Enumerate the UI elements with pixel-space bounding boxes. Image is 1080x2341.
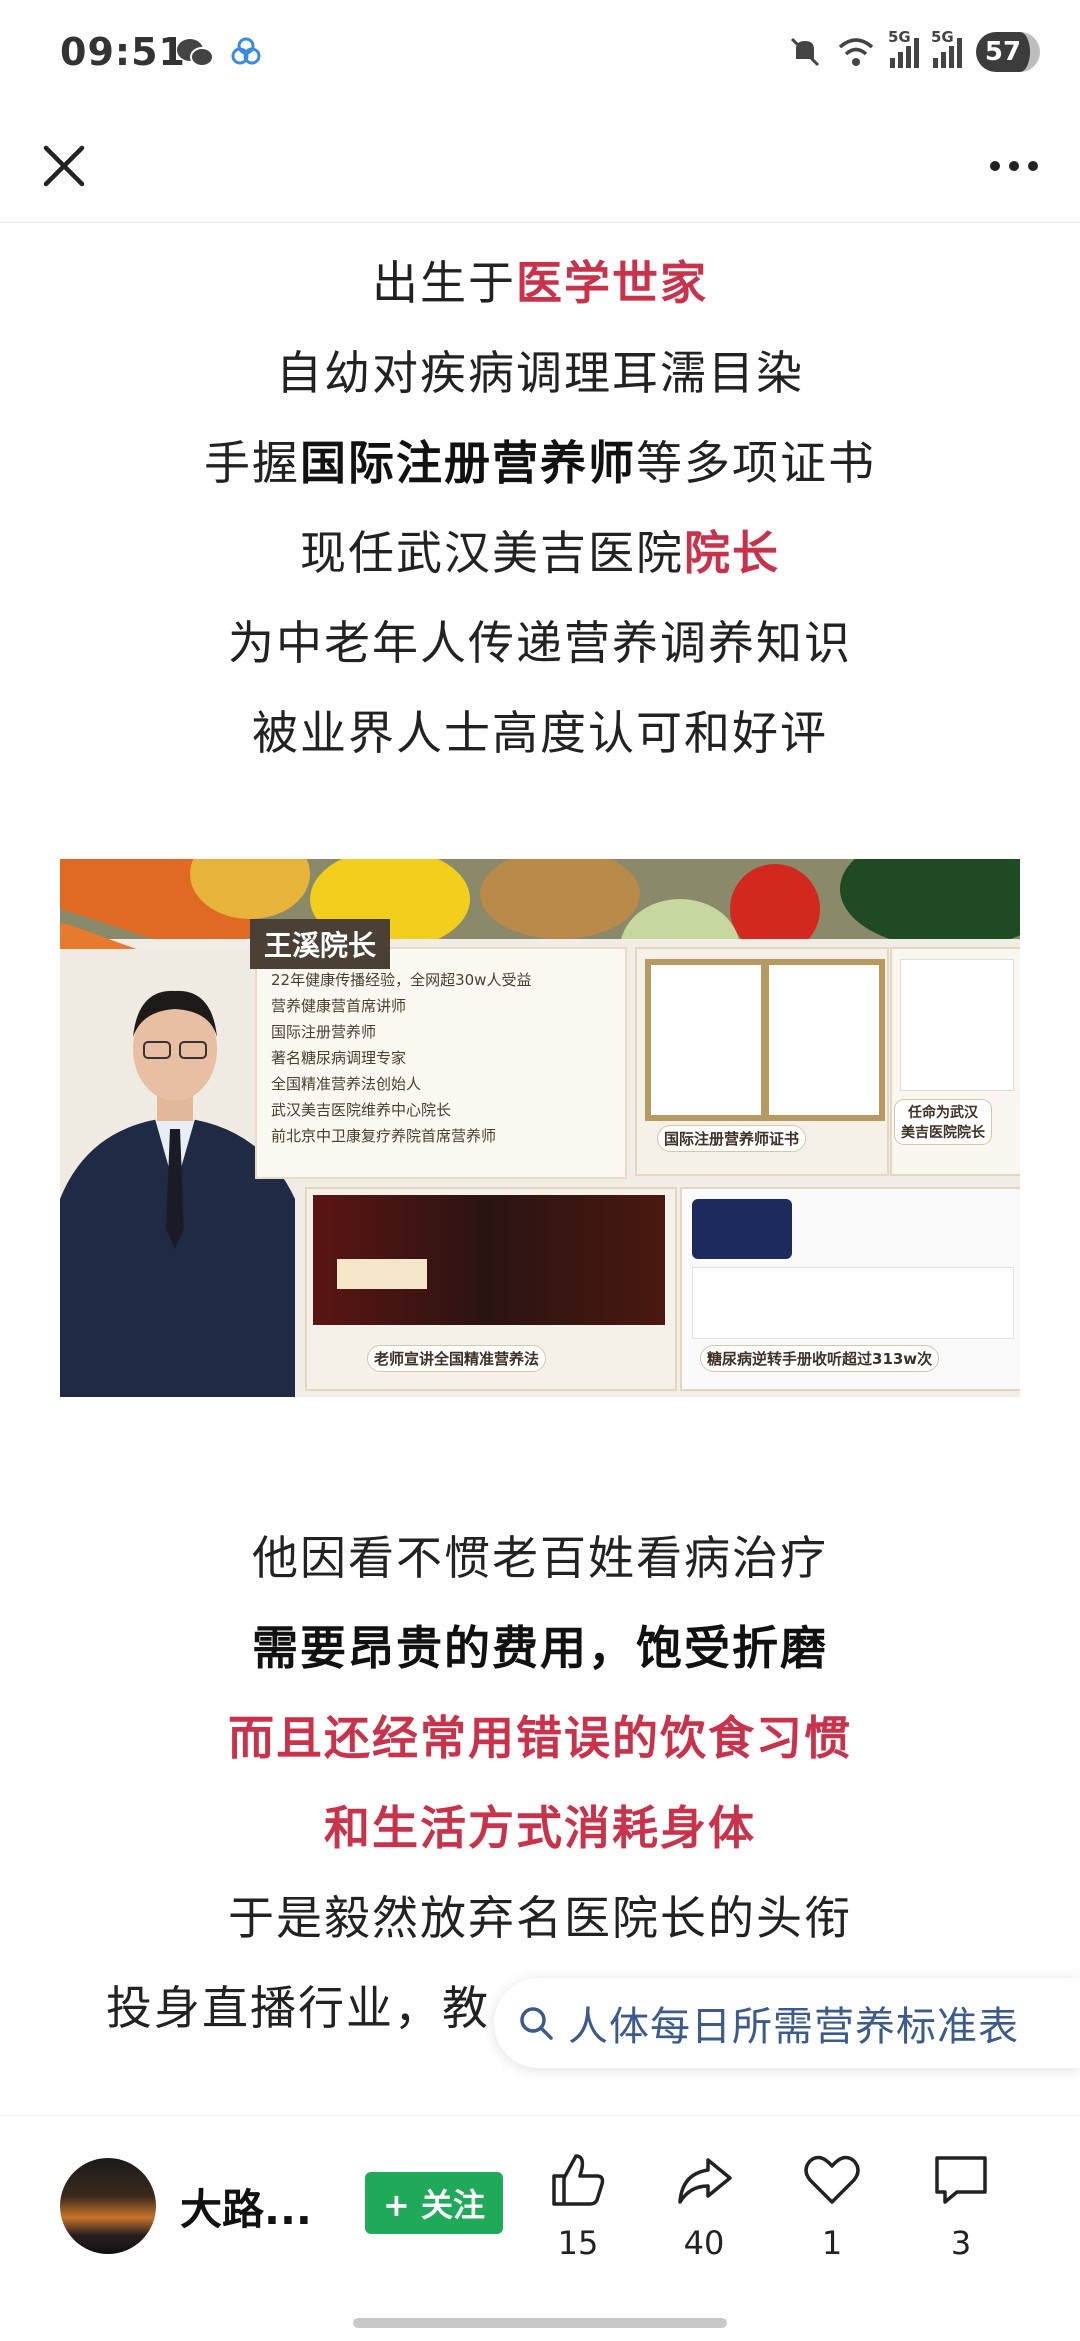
comment-button[interactable]: 3 bbox=[911, 2148, 1011, 2262]
intro-line: 被业界人士高度认可和好评 bbox=[0, 703, 1080, 763]
cellular-signal-2-icon: 5G bbox=[931, 28, 962, 68]
credentials-panel: 22年健康传播经验，全网超30w人受益 营养健康营首席讲师 国际注册营养师 著名… bbox=[255, 947, 627, 1179]
cellular-signal-1-icon: 5G bbox=[888, 28, 919, 68]
doctor-profile-banner[interactable]: 22年健康传播经验，全网超30w人受益 营养健康营首席讲师 国际注册营养师 著名… bbox=[60, 859, 1020, 1397]
text-segment: 为中老年人传递营养调养知识 bbox=[228, 616, 852, 670]
lecture-caption: 老师宣讲全国精准营养法 bbox=[367, 1345, 547, 1372]
top-nav bbox=[0, 110, 1080, 223]
favorite-button[interactable]: 1 bbox=[782, 2148, 882, 2262]
credential-item: 著名糖尿病调理专家 bbox=[271, 1049, 407, 1067]
text-segment: 而且还经常用错误的饮食习惯 bbox=[228, 1711, 852, 1765]
text-segment: 等多项证书 bbox=[636, 436, 876, 490]
bottom-action-bar: 大路... + 关注 15 40 1 3 bbox=[0, 2115, 1080, 2341]
basket-shape bbox=[480, 859, 640, 939]
text-segment: 投身直播行业，教 bbox=[106, 1981, 490, 2035]
appointment-document bbox=[900, 959, 1014, 1091]
appointment-caption: 任命为武汉 美吉医院院长 bbox=[894, 1099, 992, 1145]
intro-line: 手握国际注册营养师等多项证书 bbox=[0, 433, 1080, 493]
text-segment: 医学世家 bbox=[516, 256, 708, 310]
intro-line: 为中老年人传递营养调养知识 bbox=[0, 613, 1080, 673]
home-indicator[interactable] bbox=[353, 2318, 727, 2328]
share-arrow-icon bbox=[678, 2158, 732, 2204]
credential-item: 22年健康传播经验，全网超30w人受益 bbox=[271, 971, 532, 989]
text-segment: 他因看不惯老百姓看病治疗 bbox=[252, 1531, 828, 1585]
more-dot-icon bbox=[1009, 161, 1019, 171]
more-dot-icon bbox=[990, 161, 1000, 171]
story-line: 需要昂贵的费用，饱受折磨 bbox=[0, 1618, 1080, 1678]
text-segment: 和生活方式消耗身体 bbox=[324, 1801, 756, 1855]
search-suggestion[interactable]: 人体每日所需营养标准表 bbox=[494, 1978, 1080, 2068]
manual-caption: 糖尿病逆转手册收听超过313w次 bbox=[700, 1345, 940, 1372]
notification-icons bbox=[175, 36, 263, 70]
close-icon bbox=[43, 145, 85, 187]
battery-indicator: 57 bbox=[976, 32, 1040, 72]
intro-line: 出生于医学世家 bbox=[0, 253, 1080, 313]
credential-item: 国际注册营养师 bbox=[271, 1023, 377, 1041]
story-line: 和生活方式消耗身体 bbox=[0, 1798, 1080, 1858]
credential-item: 营养健康营首席讲师 bbox=[271, 997, 407, 1015]
comment-count: 3 bbox=[950, 2224, 972, 2262]
wifi-icon bbox=[838, 38, 874, 66]
share-button[interactable]: 40 bbox=[654, 2148, 754, 2262]
text-segment: 现任武汉美吉医院 bbox=[300, 526, 684, 580]
system-icons: 5G 5G 57 bbox=[788, 28, 1040, 72]
more-dot-icon bbox=[1028, 161, 1038, 171]
manual-cover bbox=[692, 1199, 792, 1259]
wechat-icon bbox=[177, 39, 214, 67]
appointment-card: 任命为武汉 美吉医院院长 bbox=[890, 947, 1020, 1176]
search-icon bbox=[520, 2007, 553, 2040]
text-segment: 院长 bbox=[684, 526, 780, 580]
heart-icon bbox=[804, 2155, 860, 2204]
author-name[interactable]: 大路... bbox=[180, 2176, 312, 2237]
favorite-count: 1 bbox=[821, 2224, 843, 2262]
text-segment: 被业界人士高度认可和好评 bbox=[252, 706, 828, 760]
status-bar: 09:51 5G 5G 57 bbox=[0, 0, 1080, 110]
story-line: 他因看不惯老百姓看病治疗 bbox=[0, 1528, 1080, 1588]
text-segment: 手握 bbox=[204, 436, 300, 490]
intro-line: 自幼对疾病调理耳濡目染 bbox=[0, 343, 1080, 403]
text-segment: 需要昂贵的费用，饱受折磨 bbox=[252, 1621, 828, 1675]
credential-item: 前北京中卫康复疗养院首席营养师 bbox=[271, 1127, 497, 1145]
text-segment: 国际注册营养师 bbox=[300, 436, 636, 490]
text-segment: 出生于 bbox=[372, 256, 516, 310]
cucumber-shape bbox=[840, 859, 1020, 949]
status-time: 09:51 bbox=[60, 30, 186, 74]
thumbs-up-icon bbox=[552, 2154, 605, 2206]
credential-item: 武汉美吉医院维养中心院长 bbox=[271, 1101, 452, 1119]
like-button[interactable]: 15 bbox=[528, 2148, 628, 2262]
certificate-image bbox=[645, 959, 767, 1121]
credential-item: 全国精准营养法创始人 bbox=[271, 1075, 422, 1093]
mute-icon bbox=[790, 37, 820, 67]
manual-card: 糖尿病逆转手册收听超过313w次 bbox=[680, 1187, 1020, 1391]
manual-page bbox=[692, 1267, 1014, 1339]
story-line: 于是毅然放弃名医院长的头衔 bbox=[0, 1888, 1080, 1948]
share-count: 40 bbox=[683, 2224, 725, 2262]
text-segment: 自幼对疾病调理耳濡目染 bbox=[276, 346, 804, 400]
more-options-button[interactable] bbox=[974, 132, 1054, 200]
like-count: 15 bbox=[557, 2224, 599, 2262]
story-line: 而且还经常用错误的饮食习惯 bbox=[0, 1708, 1080, 1768]
lecture-banner-sign bbox=[337, 1259, 427, 1289]
comment-bubble-icon bbox=[935, 2156, 987, 2204]
close-button[interactable] bbox=[30, 132, 98, 200]
certificate-image bbox=[763, 959, 885, 1121]
author-avatar[interactable] bbox=[60, 2158, 156, 2254]
follow-button[interactable]: + 关注 bbox=[365, 2172, 503, 2234]
certificate-caption: 国际注册营养师证书 bbox=[657, 1125, 807, 1152]
lecture-card: 老师宣讲全国精准营养法 bbox=[305, 1187, 677, 1391]
text-segment: 于是毅然放弃名医院长的头衔 bbox=[228, 1891, 852, 1945]
intro-line: 现任武汉美吉医院院长 bbox=[0, 523, 1080, 583]
search-suggestion-text: 人体每日所需营养标准表 bbox=[568, 2004, 1019, 2050]
doctor-name-tag: 王溪院长 bbox=[250, 919, 390, 969]
certificate-card: 国际注册营养师证书 bbox=[635, 947, 889, 1176]
app-notification-icon bbox=[231, 37, 261, 65]
article-content: 出生于医学世家 自幼对疾病调理耳濡目染 手握国际注册营养师等多项证书 现任武汉美… bbox=[0, 223, 1080, 2113]
